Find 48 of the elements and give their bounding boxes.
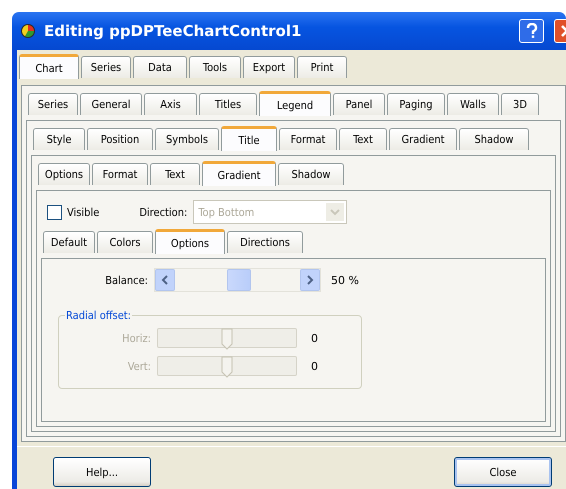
tab[interactable]: Legend: [259, 91, 331, 116]
dialog-button[interactable]: Close: [454, 457, 552, 487]
balance-scrollbar[interactable]: [154, 268, 321, 292]
slider-label: Horiz:: [121, 332, 151, 344]
tab[interactable]: Panel: [333, 93, 385, 115]
slider-value: 0: [311, 360, 318, 372]
tab[interactable]: Shadow: [278, 163, 344, 185]
window-title: Editing ppDPTeeChartControl1: [44, 22, 302, 40]
tab[interactable]: Colors: [97, 231, 153, 253]
tab[interactable]: General: [80, 93, 142, 115]
tab[interactable]: Data: [133, 56, 187, 78]
tab[interactable]: Directions: [227, 231, 303, 253]
tab[interactable]: Series: [81, 56, 131, 78]
tab[interactable]: Export: [243, 56, 295, 78]
chart-icon: [20, 23, 36, 39]
scrollbar-thumb[interactable]: [226, 269, 250, 291]
tab[interactable]: Symbols: [155, 128, 219, 150]
tab[interactable]: Shadow: [459, 128, 529, 150]
tab[interactable]: Text: [339, 128, 387, 150]
tab[interactable]: Walls: [447, 93, 499, 115]
tab[interactable]: Axis: [144, 93, 197, 115]
tab[interactable]: Series: [28, 93, 78, 115]
tab[interactable]: Format: [279, 128, 337, 150]
tab[interactable]: Gradient: [389, 128, 457, 150]
tab[interactable]: Position: [87, 128, 153, 150]
tab[interactable]: Print: [297, 56, 347, 78]
tab[interactable]: Text: [150, 163, 200, 185]
tab[interactable]: Style: [33, 128, 85, 150]
tab[interactable]: 3D: [501, 93, 539, 115]
tab[interactable]: Format: [92, 163, 148, 185]
tab[interactable]: Default: [43, 231, 95, 253]
tab[interactable]: Options: [155, 229, 225, 254]
tab[interactable]: Options: [38, 163, 90, 185]
help-icon[interactable]: [519, 19, 544, 43]
tab[interactable]: Tools: [189, 56, 241, 78]
group-title: Radial offset:: [65, 309, 132, 322]
direction-label: Direction:: [139, 206, 188, 218]
tab[interactable]: Paging: [387, 93, 445, 115]
tab[interactable]: Titles: [199, 93, 257, 115]
slider-label: Vert:: [126, 360, 151, 372]
visible-checkbox[interactable]: Visible: [47, 204, 100, 220]
tab[interactable]: Chart: [19, 54, 79, 79]
balance-label: Balance:: [104, 274, 148, 286]
tab[interactable]: Title: [221, 126, 277, 151]
tab[interactable]: Gradient: [202, 161, 276, 186]
dialog-button[interactable]: Help...: [53, 457, 151, 487]
balance-value: 50 %: [331, 274, 359, 286]
slider-value: 0: [311, 332, 318, 344]
